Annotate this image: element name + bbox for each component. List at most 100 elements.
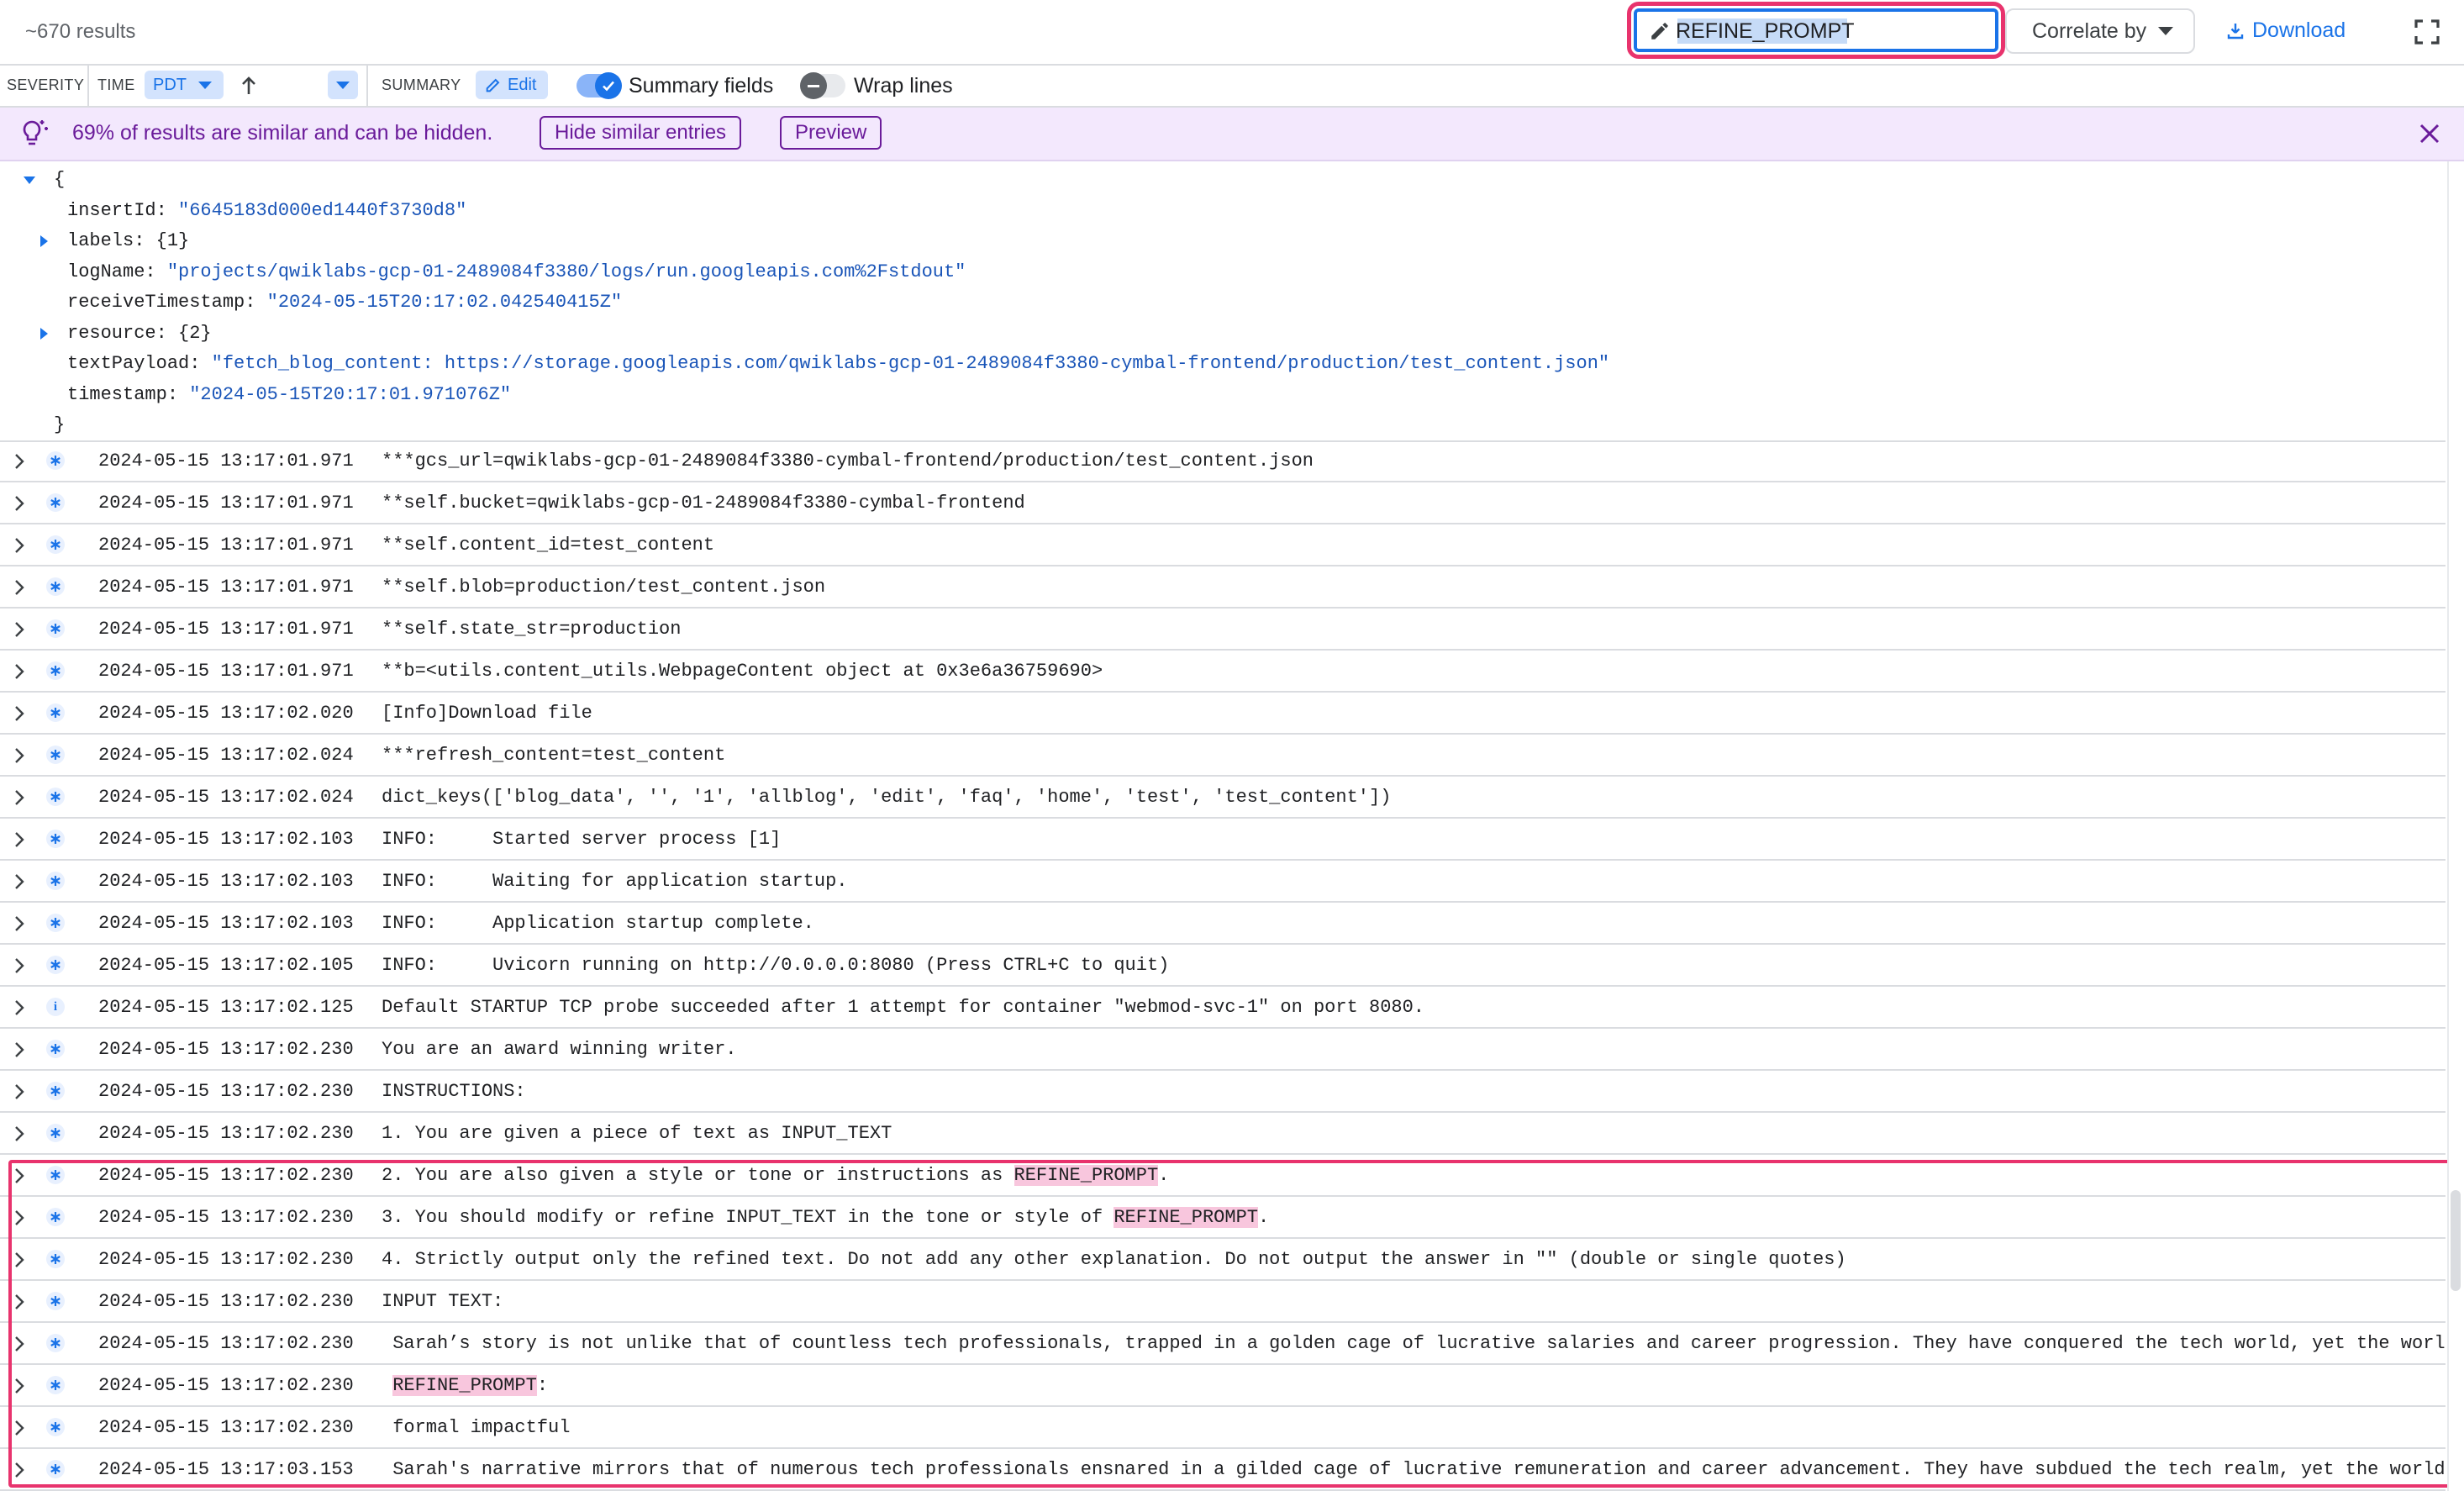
json-value: "2024-05-15T20:17:01.971076Z": [189, 383, 512, 405]
log-row[interactable]: 2024-05-15 13:17:02.024 ***refresh_conten…: [0, 735, 2446, 777]
chevron-right-icon[interactable]: [12, 1334, 27, 1354]
expand-field-icon[interactable]: [40, 327, 48, 340]
chevron-right-icon[interactable]: [12, 1208, 27, 1228]
close-icon[interactable]: [2417, 121, 2442, 146]
collapse-entry-icon[interactable]: [24, 176, 35, 184]
wrap-lines-toggle[interactable]: [800, 72, 845, 99]
log-row[interactable]: 2024-05-15 13:17:01.971 **self.content_id…: [0, 524, 2446, 566]
json-value: "projects/qwiklabs-gcp-01-2489084f3380/l…: [166, 261, 966, 282]
chevron-right-icon[interactable]: [12, 661, 27, 682]
chevron-right-icon[interactable]: [12, 746, 27, 766]
default-severity-icon: [46, 535, 65, 554]
hide-similar-entries-button[interactable]: Hide similar entries: [540, 116, 742, 150]
chevron-right-icon[interactable]: [12, 1376, 27, 1396]
vertical-scrollbar[interactable]: [2447, 161, 2464, 1491]
json-field: textPayload: "fetch_blog_content: https:…: [67, 353, 1610, 374]
json-key: receiveTimestamp: [67, 292, 245, 313]
chevron-right-icon[interactable]: [12, 1292, 27, 1312]
chevron-right-icon[interactable]: [12, 703, 27, 724]
chevron-right-icon[interactable]: [12, 1250, 27, 1270]
chevron-right-icon[interactable]: [12, 872, 27, 892]
log-row[interactable]: 2024-05-15 13:17:02.103 INFO: Waiting for…: [0, 861, 2446, 903]
log-message: dict_keys(['blog_data', '', '1', 'allblo…: [382, 787, 2446, 808]
log-row[interactable]: 2024-05-15 13:17:02.230 4. Strictly outpu…: [0, 1239, 2446, 1281]
asterisk-icon: [50, 1338, 61, 1348]
severity-column-header[interactable]: SEVERITY: [7, 76, 84, 94]
correlate-by-button[interactable]: Correlate by: [2005, 8, 2195, 54]
log-row[interactable]: i 2024-05-15 13:17:02.125 Default STARTUP …: [0, 987, 2446, 1029]
json-field: logName: "projects/qwiklabs-gcp-01-24890…: [67, 261, 966, 282]
log-row[interactable]: 2024-05-15 13:17:02.105 INFO: Uvicorn run…: [0, 945, 2446, 987]
edit-label: Edit: [508, 75, 537, 94]
search-box[interactable]: [1627, 2, 2005, 59]
chevron-right-icon[interactable]: [12, 577, 27, 598]
chevron-right-icon[interactable]: [12, 1124, 27, 1144]
log-row[interactable]: 2024-05-15 13:17:03.153 Sarah's narrativ…: [0, 1449, 2446, 1491]
default-severity-icon: [46, 451, 65, 470]
preview-button[interactable]: Preview: [780, 116, 882, 150]
log-message-text: 2. You are also given a style or tone or…: [382, 1165, 1014, 1186]
scrollbar-thumb[interactable]: [2451, 1190, 2461, 1291]
log-row[interactable]: 2024-05-15 13:17:02.230 3. You should mod…: [0, 1197, 2446, 1239]
log-message: **b=<utils.content_utils.WebpageContent …: [382, 661, 2446, 682]
expand-field-icon[interactable]: [40, 235, 48, 247]
download-button[interactable]: Download: [2225, 18, 2346, 43]
chevron-right-icon[interactable]: [12, 914, 27, 934]
chevron-right-icon[interactable]: [12, 1040, 27, 1060]
log-timestamp: 2024-05-15 13:17:02.024: [98, 787, 354, 808]
chevron-right-icon[interactable]: [12, 1418, 27, 1438]
chevron-right-icon[interactable]: [12, 451, 27, 472]
log-row[interactable]: 2024-05-15 13:17:02.230 You are an award …: [0, 1029, 2446, 1071]
log-row[interactable]: 2024-05-15 13:17:02.230 formal impactful: [0, 1407, 2446, 1449]
timezone-dropdown[interactable]: PDT: [145, 71, 224, 99]
json-key: resource: [67, 322, 156, 344]
log-row[interactable]: 2024-05-15 13:17:02.024 dict_keys(['blog_…: [0, 777, 2446, 819]
chevron-right-icon[interactable]: [12, 788, 27, 808]
summary-fields-toggle[interactable]: [577, 72, 622, 99]
log-row[interactable]: 2024-05-15 13:17:01.971 **self.blob=produ…: [0, 566, 2446, 609]
time-column-header[interactable]: TIME: [97, 76, 135, 94]
log-timestamp: 2024-05-15 13:17:02.105: [98, 955, 354, 976]
chevron-right-icon[interactable]: [12, 1166, 27, 1186]
chevron-right-icon[interactable]: [12, 956, 27, 976]
chevron-right-icon[interactable]: [12, 535, 27, 556]
chevron-right-icon[interactable]: [12, 493, 27, 514]
chevron-right-icon[interactable]: [12, 998, 27, 1018]
json-value[interactable]: {2}: [178, 323, 212, 344]
log-row[interactable]: 2024-05-15 13:17:02.020 [Info]Download fi…: [0, 693, 2446, 735]
log-row[interactable]: 2024-05-15 13:17:02.230 2. You are also g…: [0, 1155, 2446, 1197]
toolbar: ~670 results Correlate by Download: [0, 0, 2464, 66]
log-timestamp: 2024-05-15 13:17:02.230: [98, 1123, 354, 1144]
log-row[interactable]: 2024-05-15 13:17:02.103 INFO: Started ser…: [0, 819, 2446, 861]
default-severity-icon: [46, 1124, 65, 1142]
log-row[interactable]: 2024-05-15 13:17:02.230 INSTRUCTIONS:: [0, 1071, 2446, 1113]
log-row[interactable]: 2024-05-15 13:17:02.230 Sarah’s story is…: [0, 1323, 2446, 1365]
time-column-menu-button[interactable]: [328, 71, 358, 99]
chevron-right-icon[interactable]: [12, 1460, 27, 1480]
search-input[interactable]: [1676, 17, 1987, 45]
json-value[interactable]: {1}: [156, 230, 190, 251]
log-message-text: **self.content_id=test_content: [382, 535, 715, 556]
log-row[interactable]: 2024-05-15 13:17:02.230 INPUT TEXT:: [0, 1281, 2446, 1323]
log-entries-list: 2024-05-15 13:17:01.971 ***gcs_url=qwikla…: [0, 440, 2446, 1491]
log-row[interactable]: 2024-05-15 13:17:01.971 **self.bucket=qwi…: [0, 482, 2446, 524]
log-message: [Info]Download file: [382, 703, 2446, 724]
log-timestamp: 2024-05-15 13:17:03.153: [98, 1459, 354, 1480]
sort-ascending-icon[interactable]: [239, 74, 259, 97]
log-row[interactable]: 2024-05-15 13:17:01.971 **b=<utils.conten…: [0, 651, 2446, 693]
log-message: **self.state_str=production: [382, 619, 2446, 640]
log-row[interactable]: 2024-05-15 13:17:02.230 REFINE_PROMPT:: [0, 1365, 2446, 1407]
asterisk-icon: [50, 456, 61, 466]
default-severity-icon: [46, 1040, 65, 1058]
log-row[interactable]: 2024-05-15 13:17:01.971 ***gcs_url=qwikla…: [0, 440, 2446, 482]
asterisk-icon: [50, 1128, 61, 1138]
log-row[interactable]: 2024-05-15 13:17:01.971 **self.state_str=…: [0, 609, 2446, 651]
log-row[interactable]: 2024-05-15 13:17:02.230 1. You are given …: [0, 1113, 2446, 1155]
edit-summary-button[interactable]: Edit: [476, 71, 548, 99]
fullscreen-icon[interactable]: [2414, 18, 2440, 45]
chevron-right-icon[interactable]: [12, 830, 27, 850]
log-timestamp: 2024-05-15 13:17:01.971: [98, 493, 354, 514]
log-row[interactable]: 2024-05-15 13:17:02.103 INFO: Application…: [0, 903, 2446, 945]
chevron-right-icon[interactable]: [12, 619, 27, 640]
chevron-right-icon[interactable]: [12, 1082, 27, 1102]
